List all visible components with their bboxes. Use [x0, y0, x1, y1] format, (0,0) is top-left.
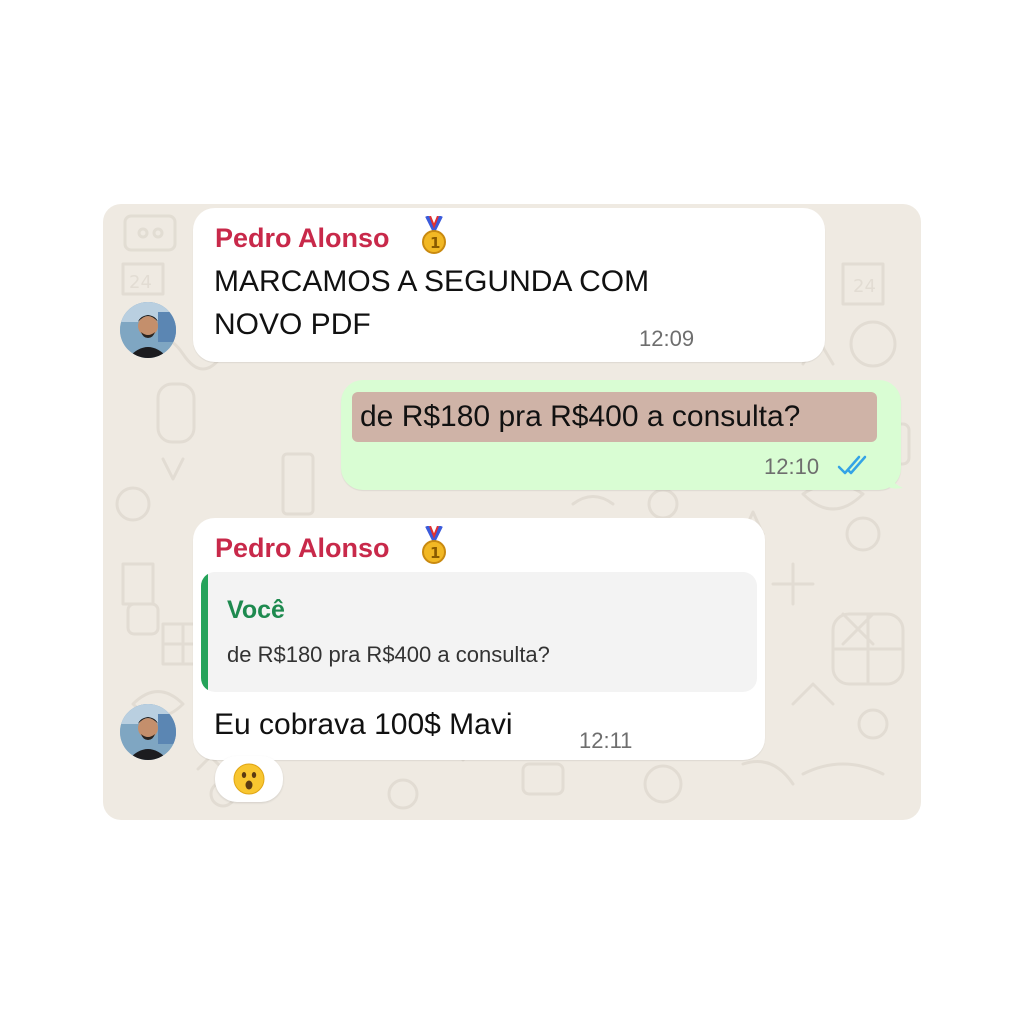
message-text: de R$180 pra R$400 a consulta? [360, 400, 801, 433]
reaction-pill[interactable] [215, 756, 283, 802]
message-bubble-incoming[interactable]: Pedro Alonso 1 MARCAMOS A SEGUNDA COM NO… [193, 208, 825, 362]
hushed-face-emoji-icon [233, 763, 265, 795]
message-time: 12:11 [579, 728, 633, 753]
svg-text:1: 1 [430, 234, 440, 252]
1st-place-medal-icon: 1 [422, 216, 446, 254]
1st-place-medal-icon: 1 [422, 526, 446, 564]
svg-text:24: 24 [853, 276, 876, 297]
avatar[interactable] [120, 704, 176, 760]
chat-area: 24 24 Pedro Alonso 1 MARCAMOS A SEGUNDA … [103, 204, 921, 820]
quote-bar [201, 572, 208, 692]
message-text: Eu cobrava 100$ Mavi [214, 708, 513, 741]
message-time: 12:10 [764, 454, 820, 479]
message-bubble-outgoing[interactable]: de R$180 pra R$400 a consulta? 12:10 [341, 380, 901, 490]
svg-text:1: 1 [430, 544, 440, 562]
quoted-message[interactable]: Você de R$180 pra R$400 a consulta? [201, 572, 757, 692]
message-time: 12:09 [639, 326, 695, 351]
svg-text:24: 24 [129, 272, 152, 293]
message-text-line: MARCAMOS A SEGUNDA COM [214, 265, 650, 298]
bubble-tail [885, 468, 903, 489]
double-check-read-icon [837, 455, 867, 475]
sender-name[interactable]: Pedro Alonso [215, 223, 390, 254]
sender-name[interactable]: Pedro Alonso [215, 533, 390, 564]
message-text-line: NOVO PDF [214, 308, 371, 341]
avatar[interactable] [120, 302, 176, 358]
quote-text: de R$180 pra R$400 a consulta? [227, 642, 550, 667]
message-bubble-incoming[interactable]: Pedro Alonso 1 Você de R$180 pra R$400 a… [193, 518, 765, 760]
quote-author: Você [227, 596, 285, 624]
